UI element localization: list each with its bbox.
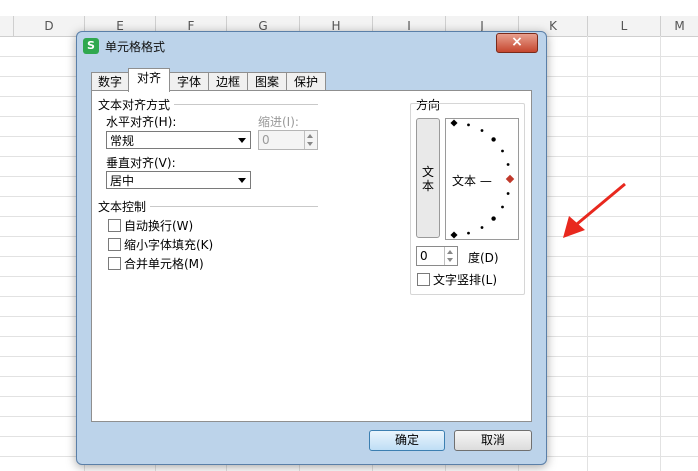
indent-value: 0 xyxy=(262,133,270,147)
cancel-button[interactable]: 取消 xyxy=(454,430,532,451)
degrees-value: 0 xyxy=(420,249,428,263)
arrow-up-icon xyxy=(307,134,313,138)
tab-number[interactable]: 数字 xyxy=(91,72,129,91)
dial-tick xyxy=(506,163,510,166)
dial-tick xyxy=(506,192,510,195)
merge-cells-label[interactable]: 合并单元格(M) xyxy=(124,255,204,272)
dial-tick xyxy=(480,129,484,132)
format-cells-dialog: S 单元格格式 × 数字 对齐 字体 边框 图案 保护 文本对齐方式 水平对齐(… xyxy=(76,31,547,465)
dial-major-tick xyxy=(450,119,458,127)
dial-indicator[interactable] xyxy=(505,174,515,184)
dialog-title: 单元格格式 xyxy=(105,40,166,54)
grid-line xyxy=(587,36,588,471)
degrees-label: 度(D) xyxy=(468,251,499,265)
indent-stepper-buttons[interactable] xyxy=(304,131,317,149)
arrow-up-icon xyxy=(447,250,453,254)
tab-protection[interactable]: 保护 xyxy=(286,72,326,91)
column-header-m[interactable]: M xyxy=(661,16,698,37)
arrow-down-icon xyxy=(307,142,313,146)
toolbar-strip xyxy=(0,0,698,17)
wps-spreadsheet-icon: S xyxy=(83,38,99,54)
dial-tick xyxy=(467,231,470,235)
text-control-heading: 文本控制 xyxy=(98,200,147,214)
vertical-align-select[interactable]: 居中 xyxy=(106,171,251,189)
tab-patterns[interactable]: 图案 xyxy=(247,72,287,91)
dialog-titlebar[interactable]: S 单元格格式 × xyxy=(77,32,546,60)
dial-tick xyxy=(491,137,496,142)
vertical-text-label: 文本 xyxy=(422,165,435,193)
vertical-text-button[interactable]: 文本 xyxy=(416,118,440,238)
close-button[interactable]: × xyxy=(496,33,538,53)
horizontal-align-select[interactable]: 常规 xyxy=(106,131,251,149)
dial-major-tick xyxy=(450,231,458,239)
section-divider xyxy=(174,104,318,105)
merge-cells-checkbox[interactable] xyxy=(108,257,121,270)
text-alignment-heading: 文本对齐方式 xyxy=(98,98,171,112)
shrink-to-fit-checkbox[interactable] xyxy=(108,238,121,251)
dial-tick xyxy=(491,216,496,221)
orientation-dial-text: 文本 — xyxy=(452,174,492,188)
section-divider xyxy=(150,206,318,207)
tab-border[interactable]: 边框 xyxy=(208,72,248,91)
degrees-spinner[interactable]: 0 xyxy=(416,246,458,266)
vertical-align-value: 居中 xyxy=(110,174,135,188)
indent-spinner[interactable]: 0 xyxy=(258,130,318,150)
indent-label: 缩进(I): xyxy=(258,115,299,129)
orientation-dial[interactable]: 文本 — xyxy=(445,118,519,240)
dial-tick xyxy=(501,205,504,209)
arrow-shaft xyxy=(576,182,626,226)
shrink-to-fit-label[interactable]: 缩小字体填充(K) xyxy=(124,236,213,253)
vertical-stack-checkbox[interactable] xyxy=(417,273,430,286)
wrap-text-label[interactable]: 自动换行(W) xyxy=(124,217,193,234)
horizontal-align-label: 水平对齐(H): xyxy=(106,115,177,129)
tab-alignment[interactable]: 对齐 xyxy=(128,68,170,92)
column-header-blank xyxy=(0,16,14,37)
alignment-panel: 文本对齐方式 水平对齐(H): 常规 缩进(I): 0 垂直对齐(V): 居中 … xyxy=(91,90,532,422)
tab-font[interactable]: 字体 xyxy=(169,72,209,91)
degrees-stepper-buttons[interactable] xyxy=(444,247,457,265)
wrap-text-checkbox[interactable] xyxy=(108,219,121,232)
red-arrow-annotation xyxy=(563,182,626,238)
vertical-stack-label[interactable]: 文字竖排(L) xyxy=(433,271,497,288)
vertical-align-label: 垂直对齐(V): xyxy=(106,156,176,170)
dial-tick xyxy=(480,226,484,229)
column-header-d[interactable]: D xyxy=(14,16,85,37)
dial-tick xyxy=(467,123,470,127)
arrow-down-icon xyxy=(447,258,453,262)
grid-line xyxy=(660,36,661,471)
dial-tick xyxy=(501,149,504,153)
horizontal-align-value: 常规 xyxy=(110,134,135,148)
column-header-l[interactable]: L xyxy=(588,16,661,37)
chevron-down-icon xyxy=(238,138,246,143)
ok-button[interactable]: 确定 xyxy=(369,430,445,451)
chevron-down-icon xyxy=(238,178,246,183)
